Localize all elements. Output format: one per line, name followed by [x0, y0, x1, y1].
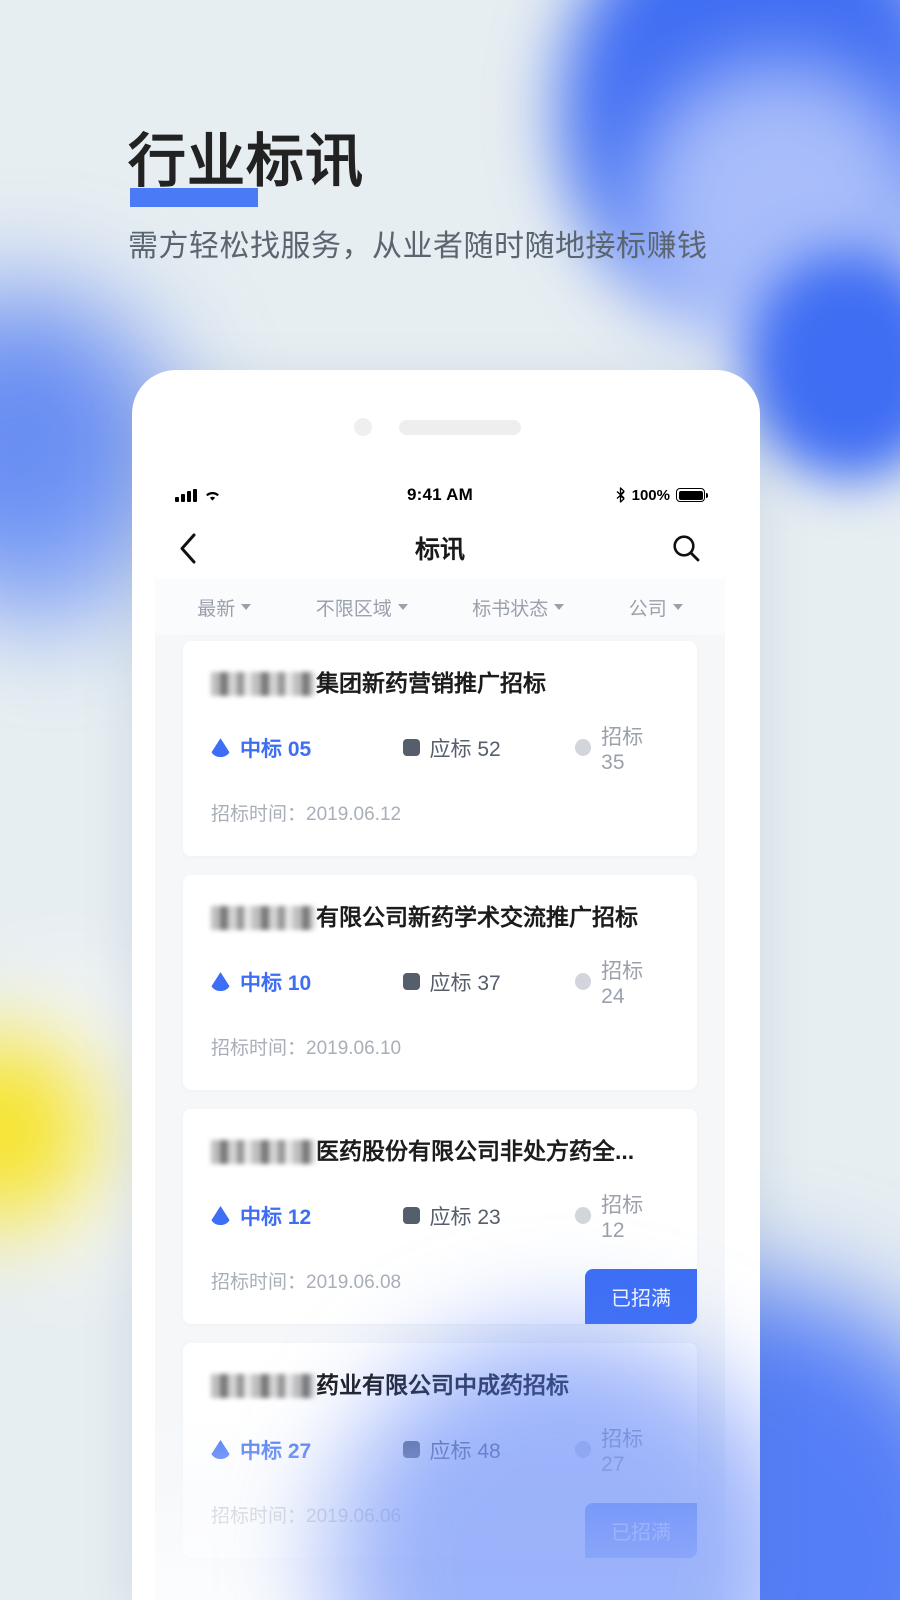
chevron-down-icon	[397, 604, 408, 610]
chevron-down-icon	[241, 604, 252, 610]
bid-date: 招标时间：2019.06.12	[211, 803, 402, 825]
circle-icon	[574, 1207, 592, 1225]
droplet-icon	[211, 1206, 230, 1226]
redacted-company-name	[211, 1373, 315, 1398]
stat-won: 中标 12	[211, 1201, 403, 1231]
bid-stats: 中标 12 应标 23 招标 12	[183, 1167, 697, 1243]
filter-company-label: 公司	[628, 598, 667, 620]
filter-sort[interactable]: 最新	[197, 594, 252, 621]
stat-open-text: 招标 35	[601, 725, 644, 774]
bid-card[interactable]: 有限公司新药学术交流推广招标 中标 10 应标 37 招标 24 招标时间：20…	[183, 874, 697, 1090]
redacted-company-name	[211, 671, 315, 696]
filter-status[interactable]: 标书状态	[472, 594, 565, 621]
stat-won: 中标 05	[211, 733, 403, 763]
chevron-left-icon	[180, 533, 196, 563]
bid-full-button[interactable]: 已招满	[585, 1502, 697, 1558]
stat-open-text: 招标 12	[601, 1193, 644, 1242]
square-icon	[402, 739, 420, 757]
bid-title-text: 有限公司新药学术交流推广招标	[316, 903, 638, 930]
page-title: 行业标讯	[128, 129, 365, 207]
droplet-icon	[211, 1440, 230, 1460]
stat-applied: 应标 48	[402, 1435, 575, 1465]
stat-open: 招标 35	[574, 721, 669, 775]
filter-sort-label: 最新	[197, 598, 236, 620]
status-bar: 9:41 AM 100%	[155, 473, 725, 517]
bid-stats: 中标 27 应标 48 招标 27	[183, 1401, 697, 1477]
stat-won: 中标 27	[211, 1435, 403, 1465]
stat-applied-text: 应标 23	[429, 1205, 501, 1229]
bid-title: 集团新药营销推广招标	[183, 669, 697, 699]
bid-date: 招标时间：2019.06.10	[211, 1037, 402, 1059]
hero-header: 行业标讯 需方轻松找服务，从业者随时随地接标赚钱	[128, 129, 708, 265]
bid-stats: 中标 05 应标 52 招标 35	[183, 699, 697, 775]
camera-icon	[354, 418, 372, 436]
stat-open: 招标 24	[574, 955, 669, 1009]
droplet-icon	[211, 738, 230, 758]
square-icon	[402, 1441, 420, 1459]
stat-applied-text: 应标 52	[429, 737, 501, 761]
nav-bar: 标讯	[155, 517, 725, 579]
stat-open-text: 招标 24	[601, 959, 644, 1008]
redacted-company-name	[211, 905, 315, 930]
bid-title: 有限公司新药学术交流推广招标	[183, 903, 697, 933]
nav-title: 标讯	[414, 536, 465, 564]
redacted-company-name	[211, 1139, 315, 1164]
stat-applied-text: 应标 37	[429, 971, 501, 995]
bid-title: 医药股份有限公司非处方药全...	[183, 1137, 697, 1167]
page-subtitle: 需方轻松找服务，从业者随时随地接标赚钱	[128, 229, 708, 263]
stat-won-text: 中标 27	[240, 1439, 312, 1463]
bid-title-text: 药业有限公司中成药招标	[316, 1371, 569, 1398]
circle-icon	[574, 1441, 592, 1459]
bid-card[interactable]: 药业有限公司中成药招标 中标 27 应标 48 招标 27 招标时间：2019.…	[183, 1342, 697, 1558]
stat-open: 招标 12	[574, 1189, 669, 1243]
bid-title: 药业有限公司中成药招标	[183, 1371, 697, 1401]
bid-full-button[interactable]: 已招满	[585, 1268, 697, 1324]
stat-won-text: 中标 05	[240, 737, 312, 761]
chevron-down-icon	[554, 604, 565, 610]
bid-title-text: 医药股份有限公司非处方药全...	[316, 1137, 635, 1164]
speaker-grill-icon	[399, 420, 521, 435]
stat-applied: 应标 52	[402, 733, 575, 763]
filter-status-label: 标书状态	[472, 598, 549, 620]
stat-open: 招标 27	[574, 1423, 669, 1477]
square-icon	[402, 973, 420, 991]
battery-icon	[676, 488, 708, 502]
bid-card[interactable]: 集团新药营销推广招标 中标 05 应标 52 招标 35 招标时间：2019.0…	[183, 641, 697, 856]
stat-applied-text: 应标 48	[429, 1439, 501, 1463]
back-button[interactable]	[179, 533, 197, 564]
circle-icon	[574, 973, 592, 991]
phone-screen: 9:41 AM 100% 标讯 最新 不限区域 标书状态 公司 集团新药营销推广…	[155, 473, 725, 1600]
stat-won-text: 中标 12	[240, 1205, 312, 1229]
bid-list[interactable]: 集团新药营销推广招标 中标 05 应标 52 招标 35 招标时间：2019.0…	[155, 635, 725, 1558]
filter-bar: 最新 不限区域 标书状态 公司	[155, 579, 725, 635]
phone-bezel-top	[132, 370, 760, 436]
search-icon	[673, 535, 700, 562]
stat-won: 中标 10	[211, 967, 403, 997]
search-button[interactable]	[671, 533, 701, 563]
filter-company[interactable]: 公司	[629, 594, 683, 621]
filter-region[interactable]: 不限区域	[316, 594, 408, 621]
bid-title-text: 集团新药营销推广招标	[316, 670, 546, 696]
stat-applied: 应标 37	[402, 967, 575, 997]
droplet-icon	[211, 972, 230, 992]
phone-mockup: 9:41 AM 100% 标讯 最新 不限区域 标书状态 公司 集团新药营销推广…	[132, 370, 760, 1600]
circle-icon	[574, 739, 592, 757]
stat-open-text: 招标 27	[601, 1427, 644, 1476]
chevron-down-icon	[672, 604, 683, 610]
stat-won-text: 中标 10	[240, 971, 312, 995]
page-title-text: 行业标讯	[128, 129, 365, 194]
stat-applied: 应标 23	[402, 1201, 575, 1231]
bid-card[interactable]: 医药股份有限公司非处方药全... 中标 12 应标 23 招标 12 招标时间：…	[183, 1108, 697, 1324]
status-bar-time: 9:41 AM	[407, 485, 473, 504]
bid-stats: 中标 10 应标 37 招标 24	[183, 933, 697, 1009]
square-icon	[402, 1207, 420, 1225]
filter-region-label: 不限区域	[315, 598, 392, 620]
